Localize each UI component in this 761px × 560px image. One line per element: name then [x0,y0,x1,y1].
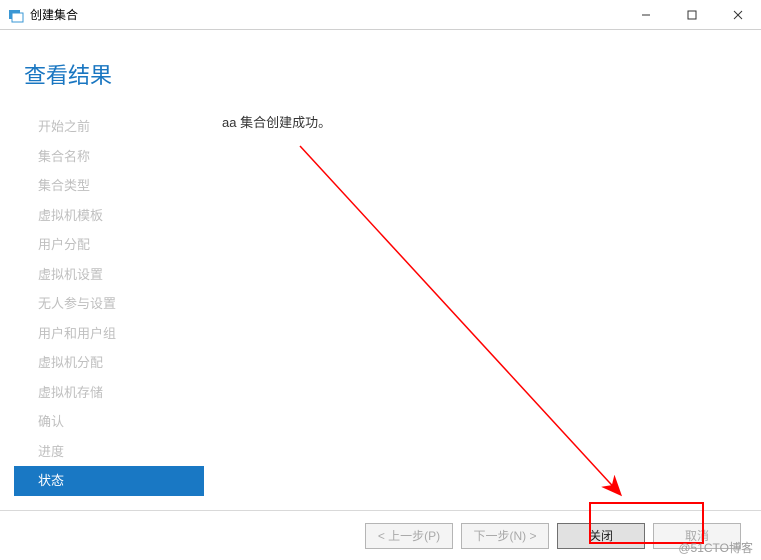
sidebar-item-step-9[interactable]: 虚拟机存储 [14,378,204,408]
wizard-sidebar: 开始之前集合名称集合类型虚拟机模板用户分配虚拟机设置无人参与设置用户和用户组虚拟… [14,108,204,510]
sidebar-item-step-1[interactable]: 集合名称 [14,142,204,172]
titlebar: 创建集合 [0,0,761,30]
sidebar-item-step-5[interactable]: 虚拟机设置 [14,260,204,290]
main-panel: aa 集合创建成功。 [204,108,761,510]
close-wizard-button[interactable]: 关闭 [557,523,645,549]
minimize-button[interactable] [623,0,669,30]
sidebar-item-step-3[interactable]: 虚拟机模板 [14,201,204,231]
previous-button[interactable]: < 上一步(P) [365,523,453,549]
next-button[interactable]: 下一步(N) > [461,523,549,549]
sidebar-item-step-0[interactable]: 开始之前 [14,112,204,142]
maximize-button[interactable] [669,0,715,30]
body-area: 开始之前集合名称集合类型虚拟机模板用户分配虚拟机设置无人参与设置用户和用户组虚拟… [0,108,761,510]
content: 查看结果 开始之前集合名称集合类型虚拟机模板用户分配虚拟机设置无人参与设置用户和… [0,30,761,560]
sidebar-item-step-10[interactable]: 确认 [14,407,204,437]
app-icon [8,7,24,23]
close-button[interactable] [715,0,761,30]
sidebar-item-step-7[interactable]: 用户和用户组 [14,319,204,349]
footer: < 上一步(P) 下一步(N) > 关闭 取消 [0,510,761,560]
sidebar-item-step-6[interactable]: 无人参与设置 [14,289,204,319]
sidebar-item-step-2[interactable]: 集合类型 [14,171,204,201]
window-controls [623,0,761,30]
window-title: 创建集合 [30,6,78,23]
sidebar-item-step-12[interactable]: 状态 [14,466,204,496]
sidebar-item-step-11[interactable]: 进度 [14,437,204,467]
page-title: 查看结果 [0,30,761,108]
status-message: aa 集合创建成功。 [222,112,733,131]
sidebar-item-step-4[interactable]: 用户分配 [14,230,204,260]
sidebar-item-step-8[interactable]: 虚拟机分配 [14,348,204,378]
cancel-button[interactable]: 取消 [653,523,741,549]
